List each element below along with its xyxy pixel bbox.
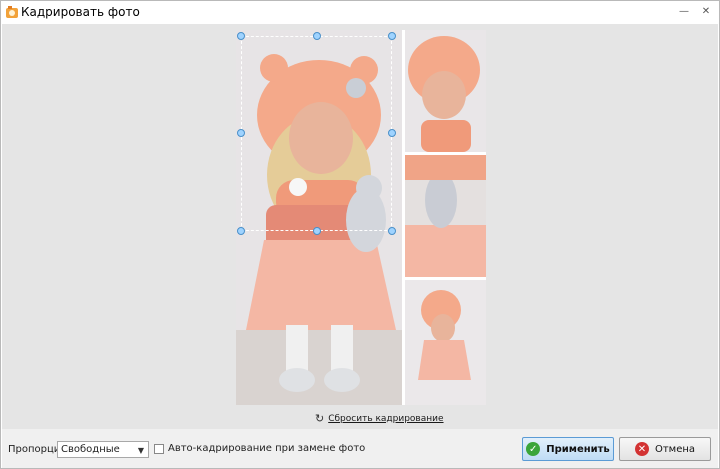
close-button[interactable]: ✕ xyxy=(698,3,714,19)
window-title: Кадрировать фото xyxy=(21,5,140,19)
close-icon: ✕ xyxy=(701,5,711,17)
crop-handle-top-right[interactable] xyxy=(388,32,396,40)
checkmark-icon: ✓ xyxy=(526,442,541,456)
apply-label: Применить xyxy=(546,443,610,455)
auto-crop-option[interactable]: Авто-кадрирование при замене фото xyxy=(154,443,365,454)
rotate-reset-icon: ↻ xyxy=(315,412,325,425)
photo-canvas xyxy=(236,30,486,405)
crop-selection[interactable] xyxy=(241,36,392,231)
crop-handle-top-center[interactable] xyxy=(313,32,321,40)
auto-crop-label: Авто-кадрирование при замене фото xyxy=(168,443,366,454)
crop-handle-bottom-center[interactable] xyxy=(313,227,321,235)
cancel-icon: ✕ xyxy=(634,442,649,456)
crop-photo-dialog: Кадрировать фото — ✕ ↻ Сбросить кадриров… xyxy=(0,0,720,469)
bottom-bar: Пропорции: Свободные ▼ Авто-кадрирование… xyxy=(2,429,718,468)
proportions-value: Свободные xyxy=(61,444,120,455)
title-bar: Кадрировать фото — ✕ xyxy=(1,1,719,24)
side-photo-panels xyxy=(405,30,486,405)
minimize-icon: — xyxy=(679,5,689,17)
crop-handle-bottom-right[interactable] xyxy=(388,227,396,235)
minimize-button[interactable]: — xyxy=(676,3,692,19)
reset-crop-label: Сбросить кадрирование xyxy=(328,413,444,424)
dropdown-arrow-icon: ▼ xyxy=(137,446,144,455)
crop-handle-bottom-left[interactable] xyxy=(237,227,245,235)
crop-work-area: ↻ Сбросить кадрирование xyxy=(2,24,718,429)
cancel-button[interactable]: ✕ Отмена xyxy=(619,437,711,461)
cancel-label: Отмена xyxy=(654,443,696,455)
crop-handle-middle-right[interactable] xyxy=(388,129,396,137)
crop-handle-middle-left[interactable] xyxy=(237,129,245,137)
crop-handle-top-left[interactable] xyxy=(237,32,245,40)
apply-button[interactable]: ✓ Применить xyxy=(522,437,614,461)
auto-crop-checkbox[interactable] xyxy=(154,443,164,454)
app-icon xyxy=(6,6,18,18)
proportions-select[interactable]: Свободные ▼ xyxy=(57,441,149,458)
reset-crop-link[interactable]: ↻ Сбросить кадрирование xyxy=(315,412,444,425)
